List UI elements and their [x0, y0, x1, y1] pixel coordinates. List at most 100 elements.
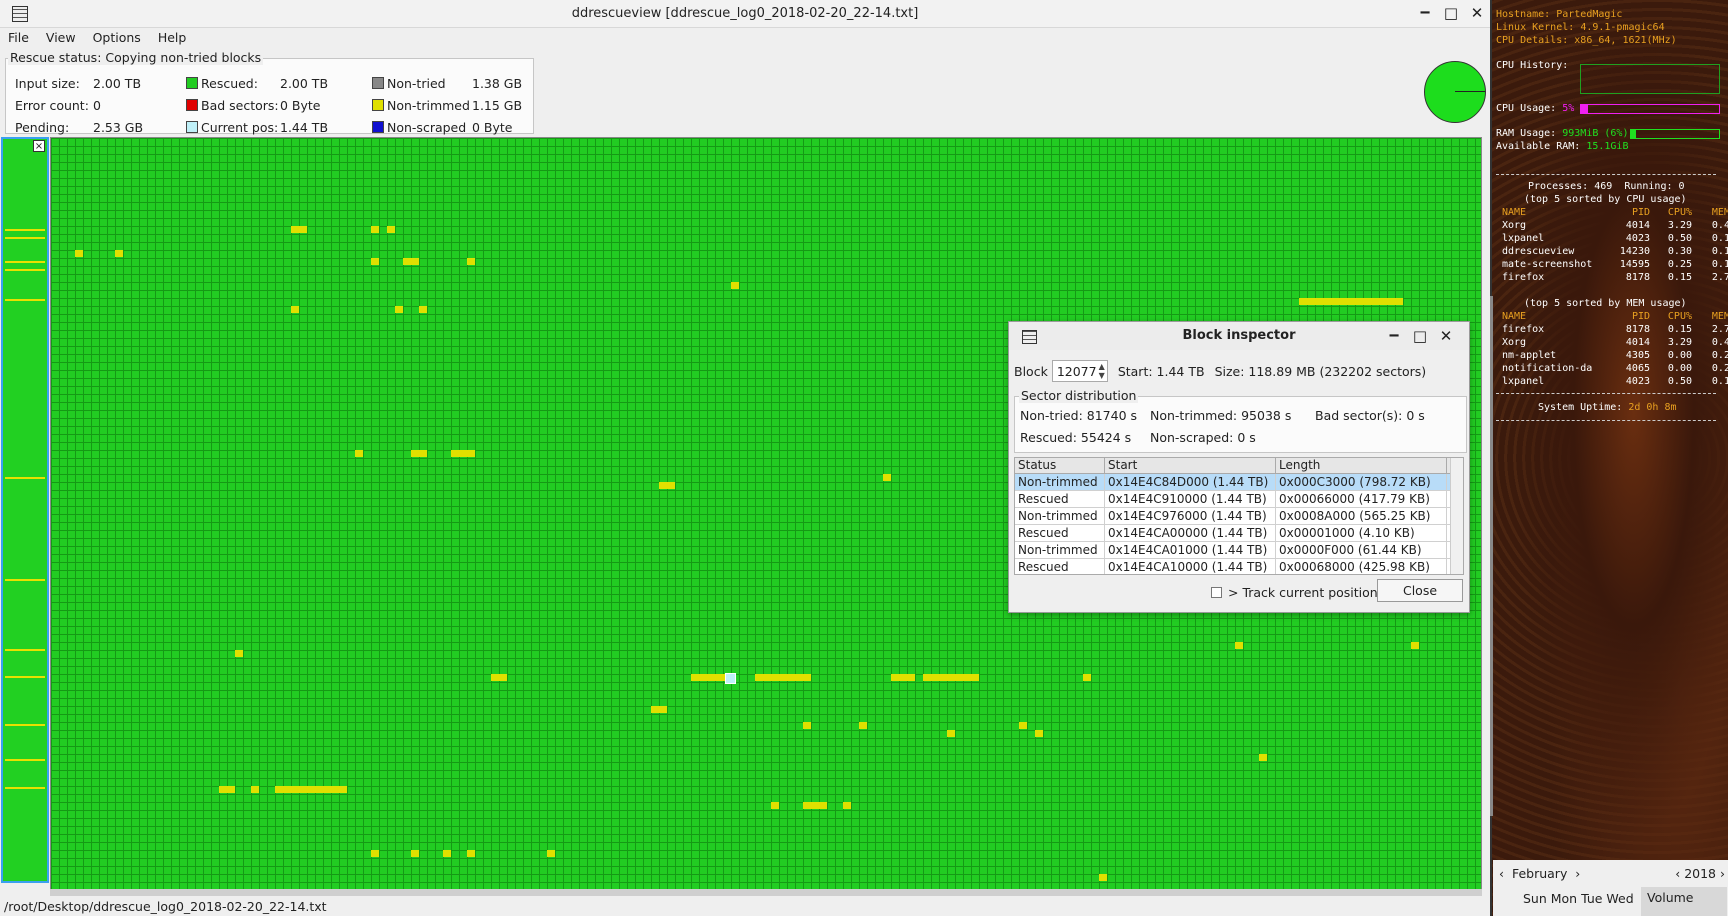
col-start[interactable]: Start [1105, 458, 1276, 473]
input-size-label: Input size: [15, 76, 80, 91]
overview-mark [5, 299, 45, 301]
menubar: File View Options Help [0, 28, 1490, 48]
maximize-button[interactable]: □ [1438, 2, 1464, 24]
table-row[interactable]: Rescued 0x14E4C910000 (1.44 TB) 0x00066000… [1015, 491, 1463, 508]
next-month-button[interactable]: › [1575, 866, 1580, 881]
mem-process-row: Xorg40143.290.42 [1502, 337, 1728, 348]
cpu-process-row: lxpanel40230.500.19 [1502, 233, 1728, 244]
processes-summary: Processes: 469 Running: 0 [1528, 181, 1685, 192]
cpu-usage-bar [1580, 104, 1720, 114]
inspector-close-button[interactable]: Close [1377, 579, 1463, 602]
cpu-history-label: CPU History: [1496, 60, 1569, 71]
current-position-block[interactable] [725, 673, 736, 684]
divider [1496, 174, 1716, 175]
nontrimmed-block [115, 250, 123, 257]
inspector-minimize-button[interactable]: 🗕 [1381, 325, 1407, 347]
minimize-button[interactable]: 🗕 [1412, 2, 1438, 24]
nontrimmed-block [771, 802, 779, 809]
nontrimmed-block [1019, 722, 1027, 729]
table-row[interactable]: Rescued 0x14E4CA00000 (1.44 TB) 0x00001000… [1015, 525, 1463, 542]
weekday-header: Sun Mon Tue Wed [1523, 891, 1634, 906]
mem-process-row: nm-applet43050.000.25 [1502, 350, 1728, 361]
block-table: Status Start Length Non-trimmed 0x14E4C84… [1014, 457, 1464, 575]
nontrimmed-block [755, 674, 811, 681]
track-position-checkbox[interactable] [1211, 587, 1222, 598]
bad-swatch [186, 99, 198, 111]
nontrimmed-block [411, 850, 419, 857]
blockmap-scrollbar[interactable] [50, 889, 1482, 896]
ram-usage-bar [1630, 129, 1720, 139]
nontrimmed-block [1299, 298, 1403, 305]
nonscraped-legend: Non-scraped [372, 120, 466, 135]
menu-help[interactable]: Help [150, 28, 196, 48]
window-title: ddrescueview [ddrescue_log0_2018-02-20_2… [571, 6, 919, 21]
rescued-value: 2.00 TB [280, 76, 329, 91]
block-spinbox[interactable]: 12077 ▲ ▼ [1051, 360, 1108, 382]
nontrimmed-block [371, 850, 379, 857]
nontrimmed-block [859, 722, 867, 729]
overview-mark [5, 724, 45, 726]
nontried-value: 1.38 GB [472, 76, 523, 91]
table-row[interactable]: Rescued 0x14E4CA10000 (1.44 TB) 0x00068000… [1015, 559, 1463, 574]
nontrimmed-legend: Non-trimmed [372, 98, 470, 113]
cpu-process-row: ddrescueview142300.300.17 [1502, 246, 1728, 257]
overview-mark [5, 261, 45, 263]
menu-file[interactable]: File [0, 28, 38, 48]
nontrimmed-block [443, 850, 451, 857]
overview-close-icon[interactable]: × [33, 140, 45, 152]
nontried-swatch [372, 77, 384, 89]
prev-month-button[interactable]: ‹ [1499, 866, 1504, 881]
volume-button[interactable]: Volume [1641, 887, 1727, 916]
nontrimmed-block [1035, 730, 1043, 737]
inspector-close-icon[interactable]: ✕ [1433, 325, 1459, 347]
spin-arrows-icon[interactable]: ▲ ▼ [1099, 362, 1105, 380]
next-year-button[interactable]: › [1720, 866, 1725, 881]
prev-year-button[interactable]: ‹ [1675, 866, 1680, 881]
block-size: Size: 118.89 MB (232202 sectors) [1214, 363, 1427, 379]
track-position-row[interactable]: > Track current position [1211, 585, 1378, 600]
menu-options[interactable]: Options [85, 28, 150, 48]
nontrimmed-block [1259, 754, 1267, 761]
cpu-process-row: mate-screenshot145950.250.14 [1502, 259, 1728, 270]
table-row[interactable]: Non-trimmed 0x14E4C84D000 (1.44 TB) 0x000C… [1015, 474, 1463, 491]
curpos-swatch [186, 121, 198, 133]
block-label: Block [1014, 363, 1048, 379]
overview-mark [5, 649, 45, 651]
pending-label: Pending: [15, 120, 70, 135]
rescued-swatch [186, 77, 198, 89]
table-row[interactable]: Non-trimmed 0x14E4C976000 (1.44 TB) 0x0008… [1015, 508, 1463, 525]
window-scrollbar[interactable] [1490, 296, 1493, 816]
sd-nontried: Non-tried: 81740 s [1020, 408, 1138, 423]
bad-sectors-legend: Bad sectors: [186, 98, 279, 113]
pending-value: 2.53 GB [93, 120, 144, 135]
nontrimmed-block [491, 674, 507, 681]
block-row: Block 12077 ▲ ▼ Start: 1.44 TB Size: 118.8… [1014, 360, 1426, 382]
overview-mark [5, 759, 45, 761]
overview-mark [5, 269, 45, 271]
mem-process-row: lxpanel40230.500.19 [1502, 376, 1728, 387]
col-status[interactable]: Status [1015, 458, 1105, 473]
nonscraped-swatch [372, 121, 384, 133]
table-row[interactable]: Non-trimmed 0x14E4CA01000 (1.44 TB) 0x0000… [1015, 542, 1463, 559]
menu-view[interactable]: View [38, 28, 85, 48]
rescued-legend: Rescued: [186, 76, 258, 91]
overview-strip[interactable]: × [1, 137, 49, 883]
divider [1496, 420, 1716, 421]
nontrimmed-block [659, 482, 675, 489]
month-nav: ‹ February › [1499, 866, 1580, 881]
nontrimmed-block [291, 226, 307, 233]
top-mem-heading: (top 5 sorted by MEM usage) [1524, 298, 1687, 309]
current-pos-legend: Current pos: [186, 120, 278, 135]
mem-process-row: firefox81780.152.70 [1502, 324, 1728, 335]
nontrimmed-block [923, 674, 979, 681]
nontrimmed-block [355, 450, 363, 457]
overview-mark [5, 229, 45, 231]
nontrimmed-block [843, 802, 851, 809]
error-count-label: Error count: [15, 98, 89, 113]
track-position-label: > Track current position [1228, 585, 1378, 600]
inspector-maximize-button[interactable]: □ [1407, 325, 1433, 347]
table-scrollbar[interactable] [1450, 458, 1463, 574]
col-length[interactable]: Length [1276, 458, 1447, 473]
close-button[interactable]: ✕ [1464, 2, 1490, 24]
available-ram-row: Available RAM: 15.1GiB [1496, 141, 1629, 152]
